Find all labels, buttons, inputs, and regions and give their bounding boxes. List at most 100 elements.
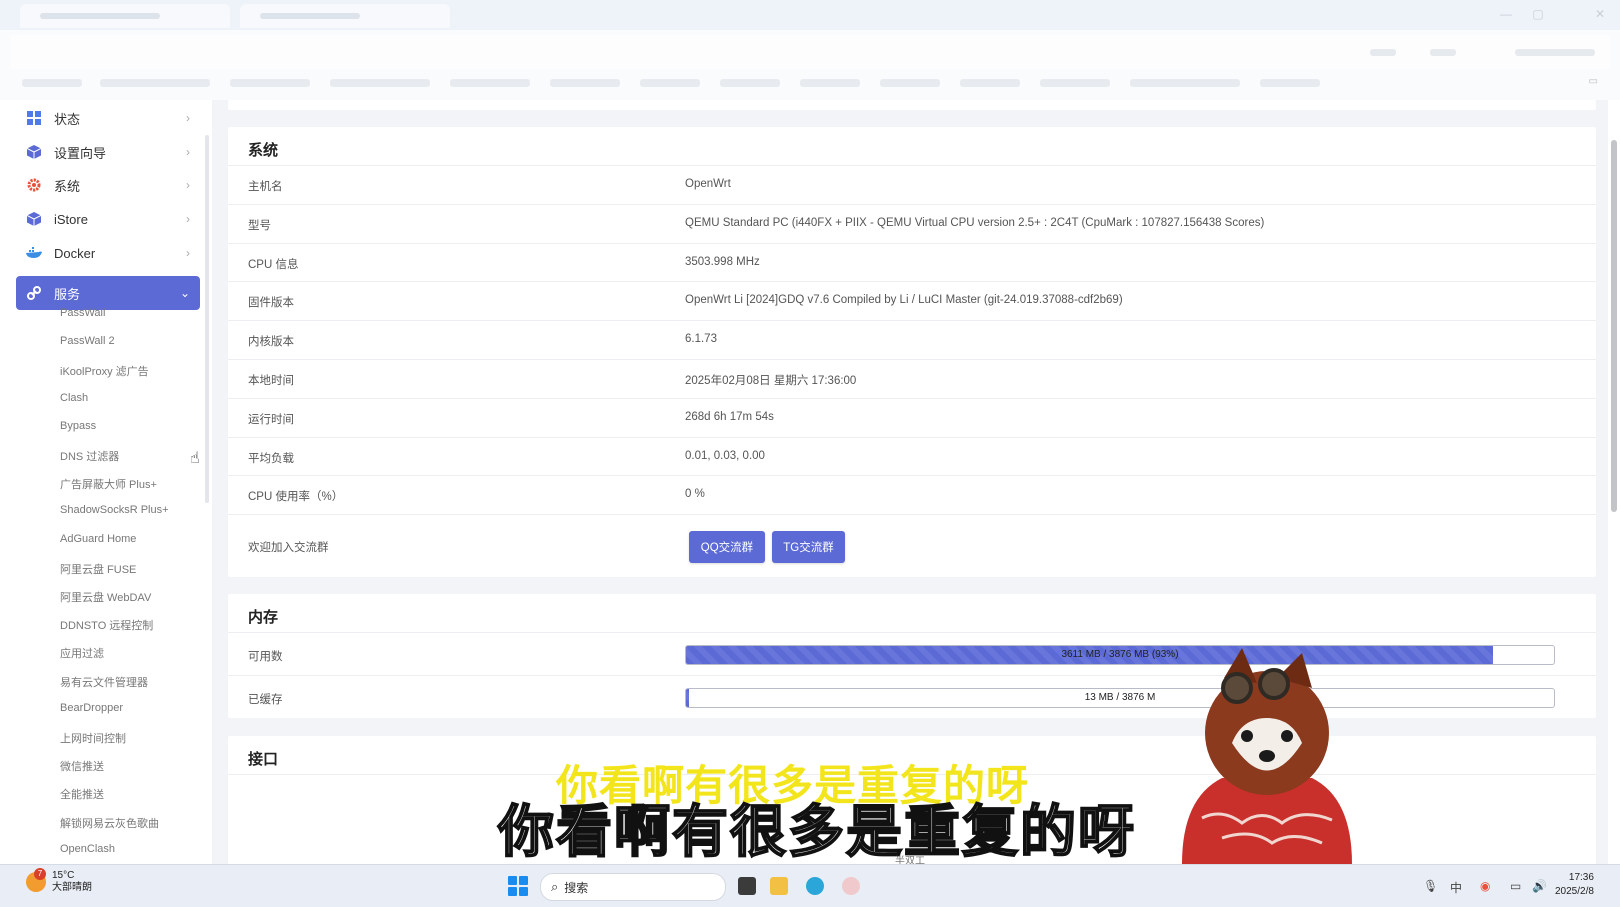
service-menu-item[interactable]: 全能推送: [60, 786, 104, 802]
sidebar-item-label: 设置向导: [54, 145, 107, 161]
system-info-row: CPU 信息 3503.998 MHz: [228, 242, 1596, 282]
main-scrollbar[interactable]: [1611, 140, 1617, 512]
service-menu-item[interactable]: 易有云文件管理器: [60, 674, 148, 690]
system-title: 系统: [248, 142, 279, 159]
service-menu-item[interactable]: iKoolProxy 滤广告: [60, 363, 149, 379]
row-label: 平均负载: [248, 452, 294, 465]
service-menu-item[interactable]: DNS 过滤器: [60, 448, 119, 464]
browser-tab[interactable]: [20, 4, 230, 28]
sidebar-item-system[interactable]: 系统 ›: [16, 168, 200, 202]
address-bar[interactable]: [10, 35, 1610, 69]
system-info-row: 主机名 OpenWrt: [228, 165, 1596, 204]
edge-browser-icon[interactable]: [806, 877, 824, 895]
maximize-icon[interactable]: ▢: [1532, 8, 1544, 20]
community-label: 欢迎加入交流群: [248, 542, 329, 554]
sidebar-item-label: 状态: [54, 111, 81, 127]
network-icon[interactable]: ▭: [1510, 879, 1521, 893]
chevron-right-icon: ›: [186, 111, 190, 125]
weather-widget[interactable]: 7 15°C 大部晴朗: [26, 868, 92, 894]
minimize-icon[interactable]: —: [1500, 8, 1512, 20]
row-value: 2025年02月08日 星期六 17:36:00: [685, 375, 857, 387]
service-menu-item[interactable]: 应用过滤: [60, 645, 104, 661]
sidebar-item-label: iStore: [54, 211, 88, 227]
search-label: 搜索: [564, 880, 589, 895]
available-value: 3611 MB / 3876 MB (93%): [1061, 649, 1179, 660]
service-menu-item[interactable]: ShadowSocksR Plus+: [60, 504, 169, 516]
search-icon: ⌕: [551, 879, 559, 894]
memory-available-row: 可用数 3611 MB / 3876 MB (93%): [228, 632, 1596, 676]
dashboard-icon: [26, 110, 42, 126]
notification-badge: 7: [34, 868, 46, 880]
cube-icon: [26, 211, 42, 227]
browser-tab[interactable]: [240, 4, 450, 28]
service-menu-item[interactable]: 广告屏蔽大师 Plus+: [60, 476, 157, 492]
app-tray-icon[interactable]: ◉: [1480, 879, 1490, 893]
service-menu-item[interactable]: AdGuard Home: [60, 533, 136, 545]
file-explorer-icon[interactable]: [770, 877, 788, 895]
system-info-row: 固件版本 OpenWrt Li [2024]GDQ v7.6 Compiled b…: [228, 281, 1596, 320]
sidebar-item-label: Docker: [54, 245, 96, 261]
qq-group-button[interactable]: QQ交流群: [689, 531, 765, 563]
service-menu-item[interactable]: BearDropper: [60, 702, 123, 714]
subtitle: 你看啊有很多是重复的呀: [497, 799, 1136, 864]
row-value: OpenWrt Li [2024]GDQ v7.6 Compiled by Li…: [685, 294, 1123, 307]
chevron-right-icon: ›: [186, 246, 190, 260]
cached-label: 已缓存: [248, 694, 283, 706]
app-icon[interactable]: [842, 877, 860, 895]
weather-desc: 大部晴朗: [52, 882, 92, 893]
service-menu-item[interactable]: PassWall 2: [60, 335, 115, 347]
bookmarks-bar: ▭: [10, 72, 1610, 94]
memory-card: 内存 可用数 3611 MB / 3876 MB (93%) 已缓存 13 MB…: [228, 594, 1596, 718]
community-row: 欢迎加入交流群 QQ交流群 TG交流群: [228, 514, 1596, 578]
service-menu-item[interactable]: 上网时间控制: [60, 730, 126, 746]
system-info-row: 本地时间 2025年02月08日 星期六 17:36:00: [228, 359, 1596, 398]
chevron-down-icon: ⌄: [179, 286, 190, 300]
service-menu-item[interactable]: DDNSTO 远程控制: [60, 617, 153, 633]
sidebar-scrollbar[interactable]: [205, 135, 209, 503]
browser-chrome: — ▢ ✕ ▭: [0, 0, 1620, 100]
microphone-icon[interactable]: 🎙: [1423, 879, 1438, 893]
docker-icon: [26, 245, 42, 261]
clock[interactable]: 17:36 2025/2/8: [1555, 871, 1594, 899]
windows-start-icon[interactable]: [508, 876, 528, 896]
volume-icon[interactable]: 🔊: [1532, 879, 1547, 893]
input-method-icon[interactable]: 中: [1450, 879, 1462, 896]
sidebar-item-docker[interactable]: Docker ›: [16, 236, 200, 270]
row-label: 型号: [248, 219, 271, 232]
service-menu-item[interactable]: OpenClash: [60, 843, 115, 855]
chevron-right-icon: ›: [186, 145, 190, 159]
row-value: 0 %: [685, 488, 705, 501]
folder-icon[interactable]: ▭: [1589, 76, 1598, 87]
row-label: 内核版本: [248, 336, 294, 349]
sidebar: 状态 › 设置向导 › 系统 › iStore › Docker › 服务 ⌄: [10, 100, 210, 864]
sidebar-item-istore[interactable]: iStore ›: [16, 202, 200, 236]
service-menu-item[interactable]: 阿里云盘 WebDAV: [60, 589, 151, 605]
sidebar-item-wizard[interactable]: 设置向导 ›: [16, 135, 200, 169]
sidebar-item-label: 服务: [54, 286, 81, 302]
hand-cursor-icon: ☝: [190, 450, 200, 467]
sidebar-item-status[interactable]: 状态 ›: [16, 101, 200, 135]
main-content: 系统 主机名 OpenWrt 型号 QEMU Standard PC (i440FX …: [212, 100, 1608, 864]
service-menu-item[interactable]: Bypass: [60, 420, 96, 432]
close-icon[interactable]: ✕: [1594, 8, 1606, 20]
gear-icon: [26, 177, 42, 193]
row-value: 268d 6h 17m 54s: [685, 410, 774, 423]
system-info-row: CPU 使用率（%） 0 %: [228, 475, 1596, 514]
cube-icon: [26, 144, 42, 160]
weather-sun-icon: 7: [26, 868, 46, 892]
tg-group-button[interactable]: TG交流群: [772, 531, 845, 563]
service-menu-item[interactable]: 阿里云盘 FUSE: [60, 561, 136, 577]
available-progress-bar: 3611 MB / 3876 MB (93%): [685, 645, 1555, 665]
service-menu-item[interactable]: Clash: [60, 392, 88, 404]
service-menu-item[interactable]: 解锁网易云灰色歌曲: [60, 815, 159, 831]
previous-card-bottom: [228, 100, 1596, 110]
chevron-right-icon: ›: [186, 212, 190, 226]
row-label: 主机名: [248, 181, 283, 193]
row-label: CPU 使用率（%）: [248, 491, 344, 504]
task-view-icon[interactable]: [738, 877, 756, 895]
service-menu-item[interactable]: 微信推送: [60, 758, 104, 774]
taskbar-search[interactable]: ⌕ 搜索: [540, 873, 726, 901]
service-menu-item[interactable]: PassWall: [60, 307, 105, 319]
system-info-row: 平均负载 0.01, 0.03, 0.00: [228, 436, 1596, 476]
sidebar-item-services[interactable]: 服务 ⌄: [16, 276, 200, 310]
